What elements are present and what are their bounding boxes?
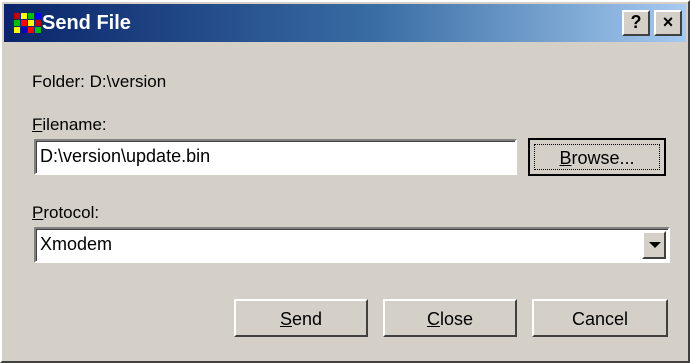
cancel-caption: Cancel xyxy=(571,309,629,329)
protocol-label-rest: rotocol: xyxy=(43,203,100,222)
close-mnemonic: C xyxy=(426,309,440,329)
browse-rest: rowse... xyxy=(571,148,635,168)
folder-caption: Folder: xyxy=(32,72,85,91)
filename-input[interactable]: D:\version\update.bin xyxy=(34,139,517,175)
cancel-button[interactable]: Cancel xyxy=(532,299,668,337)
send-file-app-icon xyxy=(14,13,41,33)
browse-button[interactable]: Browse... xyxy=(528,138,666,176)
filename-label-rest: ilename: xyxy=(42,115,107,134)
close-icon[interactable]: × xyxy=(654,10,682,36)
close-button[interactable]: Close xyxy=(383,299,517,337)
filename-label: Filename: xyxy=(32,115,107,135)
send-mnemonic: S xyxy=(279,309,292,329)
protocol-label: Protocol: xyxy=(32,203,99,223)
filename-mnemonic: F xyxy=(32,115,43,134)
send-button[interactable]: Send xyxy=(234,299,368,337)
protocol-mnemonic: P xyxy=(32,203,44,222)
chevron-down-icon[interactable] xyxy=(642,231,666,259)
browse-caption: Browse... xyxy=(530,147,664,169)
close-caption: Close xyxy=(385,308,515,330)
folder-label: Folder: D:\version xyxy=(32,72,166,92)
window-title: Send File xyxy=(42,12,131,34)
filename-value: D:\version\update.bin xyxy=(40,146,211,166)
protocol-select[interactable]: Xmodem xyxy=(34,227,670,263)
send-caption: Send xyxy=(236,308,366,330)
title-bar[interactable]: Send File ? × xyxy=(4,4,686,42)
send-rest: end xyxy=(291,309,323,329)
close-rest: lose xyxy=(439,309,474,329)
send-file-dialog: Send File ? × Folder: D:\version Filenam… xyxy=(0,0,690,363)
protocol-selected-value: Xmodem xyxy=(40,234,113,254)
help-icon[interactable]: ? xyxy=(622,10,650,36)
folder-path: D:\version xyxy=(89,72,167,91)
browse-mnemonic: B xyxy=(559,148,572,168)
